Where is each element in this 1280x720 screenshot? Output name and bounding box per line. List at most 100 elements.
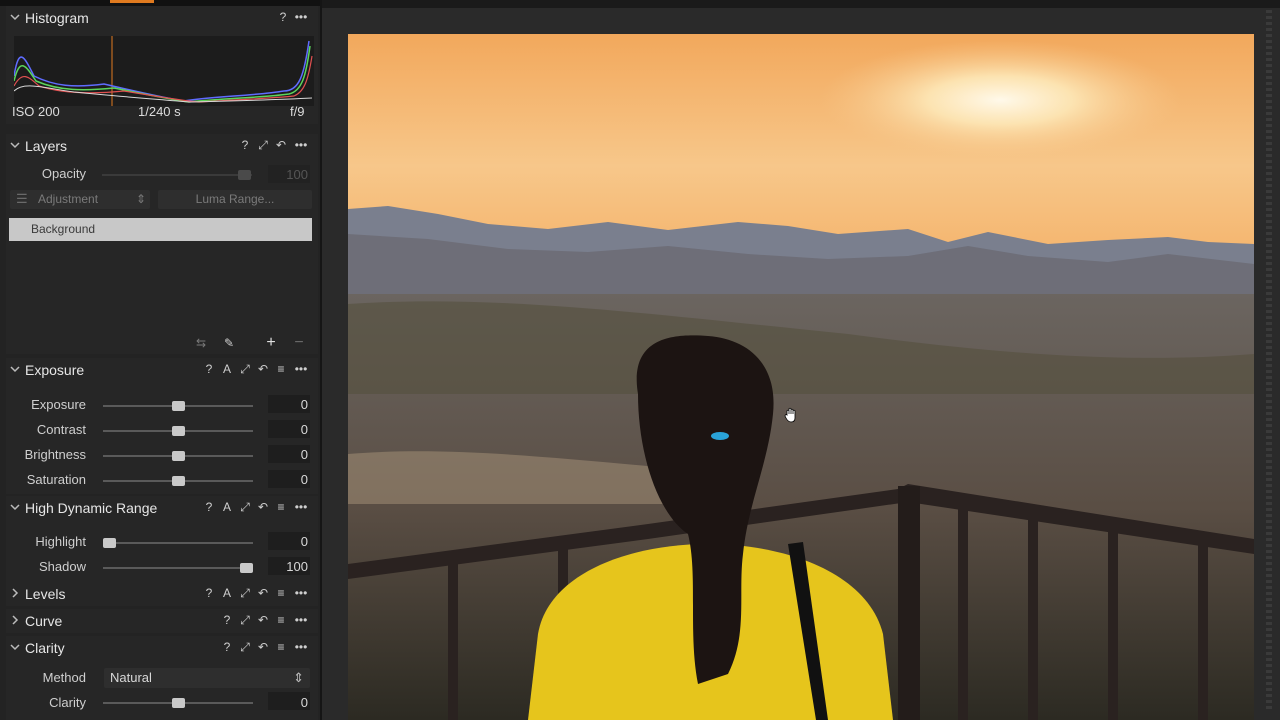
chevron-right-icon[interactable] <box>10 588 20 598</box>
help-icon[interactable]: ? <box>220 613 234 627</box>
brightness-slider-label: Brightness <box>24 447 86 462</box>
expand-icon[interactable]: ⤢ <box>238 362 252 376</box>
chevron-down-icon[interactable] <box>10 140 20 150</box>
iso-readout: ISO 200 <box>12 104 60 119</box>
auto-icon[interactable]: A <box>220 500 234 514</box>
more-icon[interactable]: ••• <box>294 586 308 600</box>
chevron-down-icon[interactable] <box>10 12 20 22</box>
clarity-knob[interactable] <box>171 698 185 708</box>
active-tab-indicator <box>110 0 154 3</box>
histogram-header[interactable]: Histogram ? ••• <box>6 6 318 30</box>
exposure-value: 0 <box>300 397 308 412</box>
more-icon[interactable]: ••• <box>294 640 308 654</box>
layer-name: Background <box>31 222 96 236</box>
help-icon[interactable]: ? <box>238 138 252 152</box>
expand-icon[interactable]: ⤢ <box>238 586 252 600</box>
viewer-scrollbar[interactable] <box>1266 10 1272 710</box>
exposure-slider-label: Exposure <box>31 397 86 412</box>
photo-canvas[interactable] <box>348 34 1254 720</box>
shadow-knob[interactable] <box>240 563 253 573</box>
layers-header[interactable]: Layers ? ⤢ ↶ ••• <box>6 134 318 158</box>
clarity-header[interactable]: Clarity ? ⤢ ↶ ≡ ••• <box>6 636 318 660</box>
highlight-value: 0 <box>300 534 308 549</box>
shadow-slider-label: Shadow <box>39 559 86 574</box>
updown-icon: ⇕ <box>136 192 147 206</box>
saturation-knob[interactable] <box>171 476 185 486</box>
viewer-toolbar <box>322 0 1280 8</box>
levels-title: Levels <box>25 586 66 602</box>
chevron-down-icon[interactable] <box>10 642 20 652</box>
expand-icon[interactable]: ⤢ <box>256 138 270 152</box>
highlight-slider-label: Highlight <box>35 534 86 549</box>
exposure-knob[interactable] <box>171 401 185 411</box>
sliders-icon: ☰ <box>16 191 28 206</box>
chevron-down-icon[interactable] <box>10 364 20 374</box>
more-icon[interactable]: ••• <box>294 613 308 627</box>
swap-icon[interactable]: ⇆ <box>194 336 208 350</box>
presets-icon[interactable]: ≡ <box>274 640 288 654</box>
contrast-knob[interactable] <box>171 426 185 436</box>
luma-range-button[interactable]: Luma Range... <box>158 190 312 209</box>
layers-tool: Layers ? ⤢ ↶ ••• Opacity 100 ☰ Adjustmen… <box>6 134 318 354</box>
exposure-title: Exposure <box>25 362 85 378</box>
chevron-down-icon[interactable] <box>10 502 20 512</box>
updown-icon: ⇕ <box>293 670 304 685</box>
presets-icon[interactable]: ≡ <box>274 586 288 600</box>
hdr-header[interactable]: High Dynamic Range ? A ⤢ ↶ ≡ ••• <box>6 496 318 520</box>
reset-icon[interactable]: ↶ <box>274 138 288 152</box>
auto-icon[interactable]: A <box>220 586 234 600</box>
auto-icon[interactable]: A <box>220 362 234 376</box>
remove-icon[interactable]: − <box>292 334 306 351</box>
saturation-slider-label: Saturation <box>26 472 86 487</box>
hdr-tool: High Dynamic Range ? A ⤢ ↶ ≡ ••• Highlig… <box>6 496 318 582</box>
histogram-tool: Histogram ? ••• ISO 200 1/240 s f/9 <box>6 6 318 124</box>
method-select[interactable]: Natural ⇕ <box>104 668 310 688</box>
highlight-knob[interactable] <box>103 538 116 548</box>
expand-icon[interactable]: ⤢ <box>238 500 252 514</box>
reset-icon[interactable]: ↶ <box>256 613 270 627</box>
reset-icon[interactable]: ↶ <box>256 500 270 514</box>
exposure-header[interactable]: Exposure ? A ⤢ ↶ ≡ ••• <box>6 358 318 382</box>
opacity-label: Opacity <box>41 166 86 181</box>
layers-title: Layers <box>25 138 68 154</box>
help-icon[interactable]: ? <box>220 640 234 654</box>
curve-header[interactable]: Curve ? ⤢ ↶ ≡ ••• <box>6 609 318 633</box>
highlight-slider[interactable] <box>103 542 253 544</box>
more-icon[interactable]: ••• <box>294 138 308 152</box>
reset-icon[interactable]: ↶ <box>256 640 270 654</box>
clarity-tool: Clarity ? ⤢ ↶ ≡ ••• Method Natural ⇕ Cla… <box>6 636 318 720</box>
contrast-value: 0 <box>300 422 308 437</box>
help-icon[interactable]: ? <box>202 500 216 514</box>
add-icon[interactable]: + <box>264 334 278 351</box>
presets-icon[interactable]: ≡ <box>274 500 288 514</box>
expand-icon[interactable]: ⤢ <box>238 640 252 654</box>
opacity-slider[interactable] <box>102 174 252 176</box>
adjustment-dropdown[interactable]: ☰ Adjustment ⇕ <box>10 190 150 209</box>
more-icon[interactable]: ••• <box>294 500 308 514</box>
chevron-right-icon[interactable] <box>10 615 20 625</box>
more-icon[interactable]: ••• <box>294 10 308 24</box>
reset-icon[interactable]: ↶ <box>256 586 270 600</box>
curve-tool: Curve ? ⤢ ↶ ≡ ••• <box>6 609 318 633</box>
exposure-tool: Exposure ? A ⤢ ↶ ≡ ••• Exposure 0 Contrast… <box>6 358 318 494</box>
layer-background[interactable]: Background <box>9 218 312 241</box>
help-icon[interactable]: ? <box>202 362 216 376</box>
presets-icon[interactable]: ≡ <box>274 613 288 627</box>
more-icon[interactable]: ••• <box>294 362 308 376</box>
brush-icon[interactable]: ✎ <box>222 336 236 350</box>
brightness-knob[interactable] <box>171 451 185 461</box>
adjustment-label: Adjustment <box>38 192 99 206</box>
histogram-graph <box>13 36 314 106</box>
levels-header[interactable]: Levels ? A ⤢ ↶ ≡ ••• <box>6 582 318 606</box>
method-value: Natural <box>110 670 152 685</box>
help-icon[interactable]: ? <box>276 10 290 24</box>
reset-icon[interactable]: ↶ <box>256 362 270 376</box>
brightness-value: 0 <box>300 447 308 462</box>
presets-icon[interactable]: ≡ <box>274 362 288 376</box>
expand-icon[interactable]: ⤢ <box>238 613 252 627</box>
curve-title: Curve <box>25 613 63 629</box>
opacity-knob[interactable] <box>238 170 251 180</box>
shadow-slider[interactable] <box>103 567 253 569</box>
help-icon[interactable]: ? <box>202 586 216 600</box>
clarity-value: 0 <box>300 695 308 710</box>
